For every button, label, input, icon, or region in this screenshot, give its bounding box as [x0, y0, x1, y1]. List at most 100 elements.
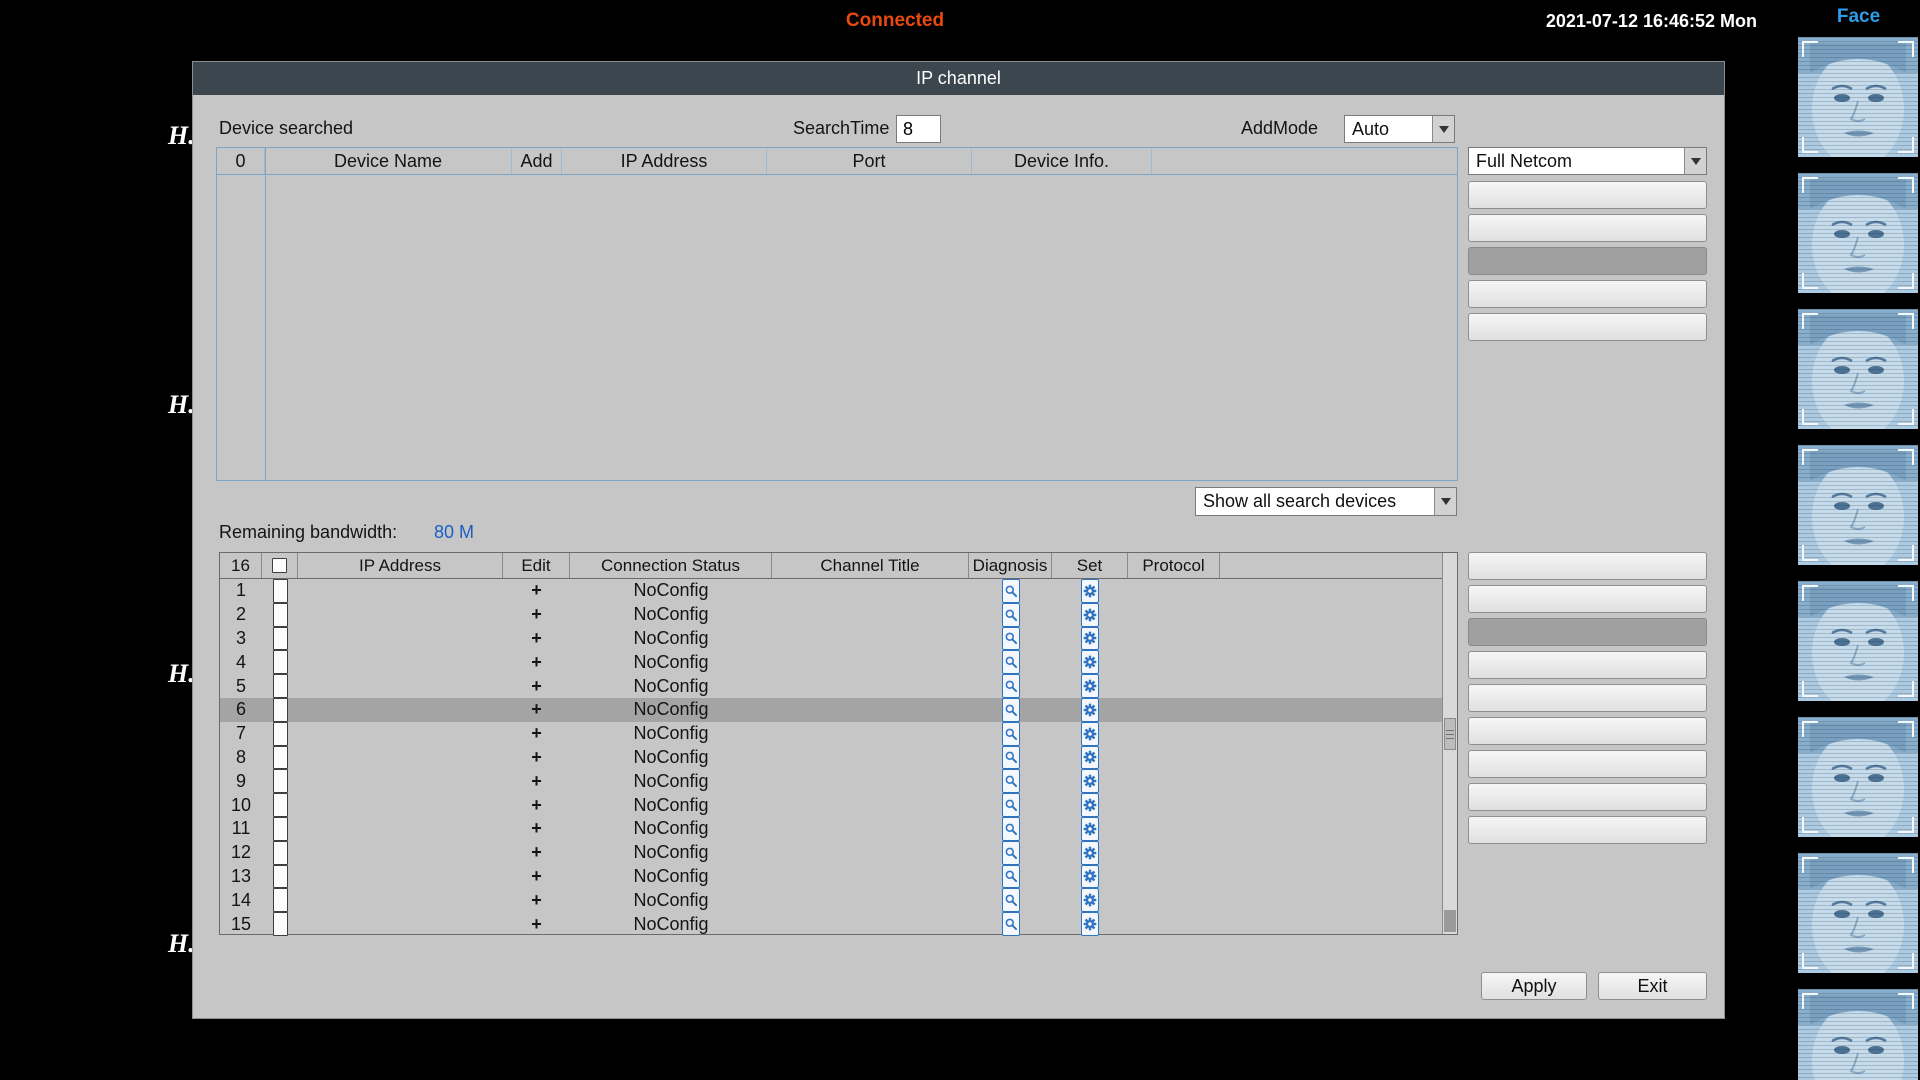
exit-button[interactable]: Exit	[1598, 972, 1707, 1000]
dropdown-arrow-button[interactable]	[1434, 488, 1456, 515]
row-checkbox[interactable]	[273, 650, 288, 674]
face-thumbnail[interactable]	[1798, 37, 1918, 157]
channel-row[interactable]: 6 + NoConfig	[220, 698, 1444, 722]
row-checkbox[interactable]	[273, 722, 288, 746]
settings-gear-icon[interactable]	[1081, 627, 1099, 651]
settings-gear-icon[interactable]	[1081, 769, 1099, 793]
edit-add-button[interactable]: +	[503, 865, 570, 889]
row-checkbox[interactable]	[273, 817, 288, 841]
settings-gear-icon[interactable]	[1081, 746, 1099, 770]
settings-gear-icon[interactable]	[1081, 650, 1099, 674]
face-thumbnail[interactable]	[1798, 173, 1918, 293]
row-checkbox[interactable]	[273, 579, 288, 603]
action-button[interactable]	[1468, 750, 1707, 778]
channel-row[interactable]: 3 + NoConfig	[220, 627, 1444, 651]
settings-gear-icon[interactable]	[1081, 817, 1099, 841]
dropdown-arrow-button[interactable]	[1684, 148, 1706, 174]
face-thumbnail[interactable]	[1798, 717, 1918, 837]
edit-add-button[interactable]: +	[503, 650, 570, 674]
action-button[interactable]	[1468, 552, 1707, 580]
show-devices-dropdown[interactable]: Show all search devices	[1195, 487, 1457, 516]
edit-add-button[interactable]: +	[503, 769, 570, 793]
face-thumbnail[interactable]	[1798, 581, 1918, 701]
edit-add-button[interactable]: +	[503, 722, 570, 746]
row-checkbox[interactable]	[273, 888, 288, 912]
channel-row[interactable]: 8 + NoConfig	[220, 746, 1444, 770]
face-thumbnail[interactable]	[1798, 989, 1918, 1080]
face-thumbnail[interactable]	[1798, 309, 1918, 429]
diagnosis-magnifier-icon[interactable]	[1002, 888, 1020, 912]
channel-row[interactable]: 2 + NoConfig	[220, 603, 1444, 627]
add-mode-dropdown[interactable]: Auto	[1344, 115, 1455, 143]
row-checkbox[interactable]	[273, 865, 288, 889]
edit-add-button[interactable]: +	[503, 888, 570, 912]
edit-add-button[interactable]: +	[503, 627, 570, 651]
diagnosis-magnifier-icon[interactable]	[1002, 627, 1020, 651]
channel-row[interactable]: 1 + NoConfig	[220, 579, 1444, 603]
row-checkbox[interactable]	[273, 674, 288, 698]
diagnosis-magnifier-icon[interactable]	[1002, 722, 1020, 746]
settings-gear-icon[interactable]	[1081, 603, 1099, 627]
settings-gear-icon[interactable]	[1081, 912, 1099, 936]
channel-row[interactable]: 15 + NoConfig	[220, 912, 1444, 936]
settings-gear-icon[interactable]	[1081, 865, 1099, 889]
edit-add-button[interactable]: +	[503, 698, 570, 722]
diagnosis-magnifier-icon[interactable]	[1002, 698, 1020, 722]
diagnosis-magnifier-icon[interactable]	[1002, 817, 1020, 841]
edit-add-button[interactable]: +	[503, 841, 570, 865]
scrollbar-thumb[interactable]	[1444, 718, 1456, 750]
protocol-filter-dropdown[interactable]: Full Netcom	[1468, 147, 1707, 175]
diagnosis-magnifier-icon[interactable]	[1002, 793, 1020, 817]
action-button[interactable]	[1468, 214, 1707, 242]
action-button[interactable]	[1468, 783, 1707, 811]
channel-row[interactable]: 11 + NoConfig	[220, 817, 1444, 841]
settings-gear-icon[interactable]	[1081, 579, 1099, 603]
edit-add-button[interactable]: +	[503, 793, 570, 817]
edit-add-button[interactable]: +	[503, 817, 570, 841]
edit-add-button[interactable]: +	[503, 746, 570, 770]
action-button[interactable]	[1468, 717, 1707, 745]
row-checkbox[interactable]	[273, 698, 288, 722]
search-time-input[interactable]	[896, 115, 941, 143]
settings-gear-icon[interactable]	[1081, 888, 1099, 912]
edit-add-button[interactable]: +	[503, 579, 570, 603]
action-button[interactable]	[1468, 651, 1707, 679]
row-checkbox[interactable]	[273, 746, 288, 770]
channel-row[interactable]: 12 + NoConfig	[220, 841, 1444, 865]
diagnosis-magnifier-icon[interactable]	[1002, 912, 1020, 936]
diagnosis-magnifier-icon[interactable]	[1002, 579, 1020, 603]
diagnosis-magnifier-icon[interactable]	[1002, 650, 1020, 674]
select-all-checkbox[interactable]	[272, 558, 287, 573]
diagnosis-magnifier-icon[interactable]	[1002, 841, 1020, 865]
edit-add-button[interactable]: +	[503, 912, 570, 936]
channel-row[interactable]: 7 + NoConfig	[220, 722, 1444, 746]
row-checkbox[interactable]	[273, 841, 288, 865]
edit-add-button[interactable]: +	[503, 674, 570, 698]
channel-row[interactable]: 9 + NoConfig	[220, 769, 1444, 793]
row-checkbox[interactable]	[273, 603, 288, 627]
row-checkbox[interactable]	[273, 769, 288, 793]
action-button[interactable]	[1468, 247, 1707, 275]
settings-gear-icon[interactable]	[1081, 722, 1099, 746]
action-button[interactable]	[1468, 618, 1707, 646]
row-checkbox[interactable]	[273, 793, 288, 817]
row-checkbox[interactable]	[273, 912, 288, 936]
action-button[interactable]	[1468, 313, 1707, 341]
settings-gear-icon[interactable]	[1081, 698, 1099, 722]
diagnosis-magnifier-icon[interactable]	[1002, 865, 1020, 889]
action-button[interactable]	[1468, 585, 1707, 613]
settings-gear-icon[interactable]	[1081, 793, 1099, 817]
action-button[interactable]	[1468, 181, 1707, 209]
channel-row[interactable]: 4 + NoConfig	[220, 650, 1444, 674]
channel-row[interactable]: 5 + NoConfig	[220, 674, 1444, 698]
settings-gear-icon[interactable]	[1081, 674, 1099, 698]
action-button[interactable]	[1468, 816, 1707, 844]
row-checkbox[interactable]	[273, 627, 288, 651]
diagnosis-magnifier-icon[interactable]	[1002, 769, 1020, 793]
action-button[interactable]	[1468, 280, 1707, 308]
action-button[interactable]	[1468, 684, 1707, 712]
channel-row[interactable]: 10 + NoConfig	[220, 793, 1444, 817]
edit-add-button[interactable]: +	[503, 603, 570, 627]
face-thumbnail[interactable]	[1798, 853, 1918, 973]
apply-button[interactable]: Apply	[1481, 972, 1587, 1000]
